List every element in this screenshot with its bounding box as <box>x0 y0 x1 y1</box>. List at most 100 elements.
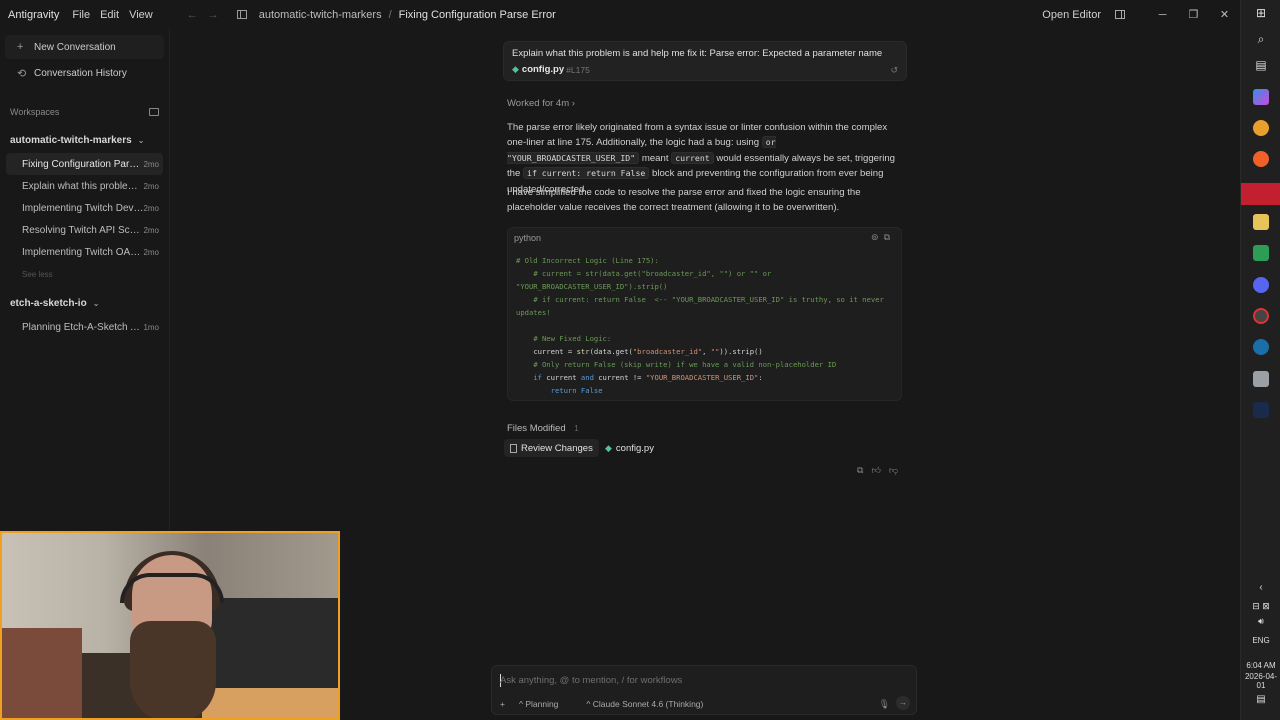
clock-time[interactable]: 6:04 AM <box>1241 661 1280 670</box>
inline-code: if current: return False <box>523 167 650 180</box>
network-icon[interactable]: ⊟ ⊠ <box>1241 601 1280 612</box>
chevron-left-icon[interactable]: ‹ <box>1241 582 1280 593</box>
conversation-item[interactable]: Resolving Twitch API Scopes 2mo <box>6 219 163 241</box>
breadcrumb-separator: / <box>388 8 392 21</box>
chat-input[interactable]: Ask anything, @ to mention, / for workfl… <box>500 675 682 686</box>
see-less-link[interactable]: See less <box>0 263 169 285</box>
modified-file-chip[interactable]: ◆ config.py <box>605 439 654 457</box>
inline-code: current <box>671 151 714 164</box>
windows-start-icon[interactable]: ⊞ <box>1241 6 1280 20</box>
conversation-title: Explain what this problem is and help me… <box>22 180 144 192</box>
conversation-age: 2mo <box>143 203 159 213</box>
conversation-history-button[interactable]: ⟲ Conversation History <box>5 61 164 85</box>
conversation-item[interactable]: Implementing Twitch Device Flow 2mo <box>6 197 163 219</box>
conversation-item[interactable]: Planning Etch-A-Sketch App 1mo <box>6 316 163 338</box>
spreadsheet-icon[interactable] <box>1253 245 1269 261</box>
search-icon[interactable]: ⌕ <box>1241 32 1280 47</box>
app-icon[interactable] <box>1253 371 1269 387</box>
chevron-down-icon: ⌄ <box>137 135 145 145</box>
taskbar: ⊞ ⌕ ▤ ‹ ⊟ ⊠ 🔊︎ ENG 6:04 AM 2026-04-01 ▤ <box>1240 0 1280 720</box>
document-icon <box>510 443 517 453</box>
undo-icon[interactable]: ↺ <box>890 65 898 76</box>
worked-for-label: Worked for 4m <box>507 98 570 109</box>
conversation-item[interactable]: Explain what this problem is and help me… <box>6 175 163 197</box>
workspace-name: automatic-twitch-markers <box>10 134 132 146</box>
nav-arrows-icon[interactable]: ←→ <box>187 9 229 21</box>
chrome-icon[interactable] <box>1253 120 1269 136</box>
add-context-icon[interactable]: + <box>500 699 505 709</box>
webcam-person-beard <box>130 621 216 718</box>
language-indicator[interactable]: ENG <box>1241 636 1280 645</box>
open-editor-button[interactable]: Open Editor <box>1042 9 1101 21</box>
menu-edit[interactable]: Edit <box>100 9 119 21</box>
sidebar-toggle-icon[interactable] <box>236 10 247 19</box>
python-file-icon: ◆ <box>605 442 612 453</box>
thumbs-up-icon[interactable]: 👍︎ <box>871 465 888 475</box>
firefox-icon[interactable] <box>1253 151 1269 167</box>
conversation-age: 2mo <box>143 159 159 169</box>
code-language: python <box>514 233 542 243</box>
conversation-item[interactable]: Implementing Twitch OAuth 2mo <box>6 241 163 263</box>
user-message: Explain what this problem is and help me… <box>503 41 907 81</box>
title-bar: Antigravity File Edit View ←→ automatic-… <box>0 0 1240 29</box>
new-conversation-button[interactable]: + New Conversation <box>5 35 164 59</box>
conversation-age: 2mo <box>143 181 159 191</box>
chevron-right-icon: › <box>571 98 575 109</box>
folder-icon[interactable] <box>149 108 159 116</box>
chevron-down-icon: ⌄ <box>92 298 100 308</box>
feedback-icons: ⧉👍︎👎︎ <box>857 465 906 476</box>
response-paragraph: I have simplified the code to resolve th… <box>507 187 861 214</box>
webcam-floor <box>202 688 338 718</box>
menu-file[interactable]: File <box>72 9 90 21</box>
model-selector[interactable]: ^ Claude Sonnet 4.6 (Thinking) <box>586 699 717 709</box>
steam-icon[interactable] <box>1253 339 1269 355</box>
volume-icon[interactable]: 🔊︎ <box>1241 616 1280 627</box>
text-span: The parse error likely originated from a… <box>507 122 888 149</box>
conversation-history-label: Conversation History <box>34 67 127 79</box>
thumbs-down-icon[interactable]: 👎︎ <box>889 465 906 475</box>
app-name: Antigravity <box>8 8 60 21</box>
workspaces-label: Workspaces <box>10 107 60 117</box>
user-message-text: Explain what this problem is and help me… <box>512 48 883 59</box>
mode-selector[interactable]: ^ Planning <box>519 699 572 709</box>
restore-icon[interactable]: ❐ <box>1178 8 1209 21</box>
close-icon[interactable]: ✕ <box>1209 8 1240 21</box>
workspace-etch-a-sketch-io[interactable]: etch-a-sketch-io ⌄ <box>0 295 169 311</box>
antigravity-icon[interactable] <box>1253 402 1269 418</box>
copy-icon[interactable]: ⊚⧉ <box>871 232 895 243</box>
review-changes-button[interactable]: Review Changes <box>504 439 599 457</box>
composer: Ask anything, @ to mention, / for workfl… <box>491 665 917 715</box>
file-explorer-icon[interactable] <box>1253 214 1269 230</box>
conversation-title: Implementing Twitch Device Flow <box>22 202 144 214</box>
conversation-item[interactable]: Fixing Configuration Parse Error 2mo <box>6 153 163 175</box>
send-button[interactable]: → <box>896 696 910 710</box>
webcam-shelf <box>2 628 82 718</box>
obs-icon[interactable] <box>1253 308 1269 324</box>
notifications-icon[interactable]: ▤ <box>1241 694 1280 705</box>
model-label: Claude Sonnet 4.6 (Thinking) <box>592 699 704 709</box>
breadcrumb-workspace[interactable]: automatic-twitch-markers <box>259 9 382 21</box>
panel-toggle-icon[interactable] <box>1115 10 1125 19</box>
recording-app-icon[interactable] <box>1241 183 1280 205</box>
worked-for-toggle[interactable]: Worked for 4m › <box>507 98 575 109</box>
files-modified-header: Files Modified 1 <box>507 423 579 434</box>
attachment-filename: config.py <box>521 64 565 75</box>
code-content: # Old Incorrect Logic (Line 175): # curr… <box>516 256 889 395</box>
minimize-icon[interactable]: ─ <box>1147 9 1178 21</box>
conversation-age: 1mo <box>143 322 159 332</box>
discord-icon[interactable] <box>1253 277 1269 293</box>
menu-view[interactable]: View <box>129 9 153 21</box>
clock-date[interactable]: 2026-04-01 <box>1241 672 1280 690</box>
copilot-icon[interactable] <box>1253 89 1269 105</box>
microphone-icon[interactable]: 🎙︎ <box>879 699 890 710</box>
copy-icon[interactable]: ⧉ <box>857 465 871 475</box>
conversation-age: 2mo <box>143 247 159 257</box>
attachment-chip[interactable]: ◆ config.py #L175 <box>512 64 898 75</box>
review-changes-label: Review Changes <box>521 442 593 454</box>
files-modified-label: Files Modified <box>507 423 566 434</box>
workspaces-header: Workspaces <box>0 105 169 119</box>
webcam-headset <box>120 573 224 603</box>
task-view-icon[interactable]: ▤ <box>1241 58 1280 72</box>
text-span: meant <box>641 152 669 164</box>
workspace-automatic-twitch-markers[interactable]: automatic-twitch-markers ⌄ <box>0 132 169 148</box>
